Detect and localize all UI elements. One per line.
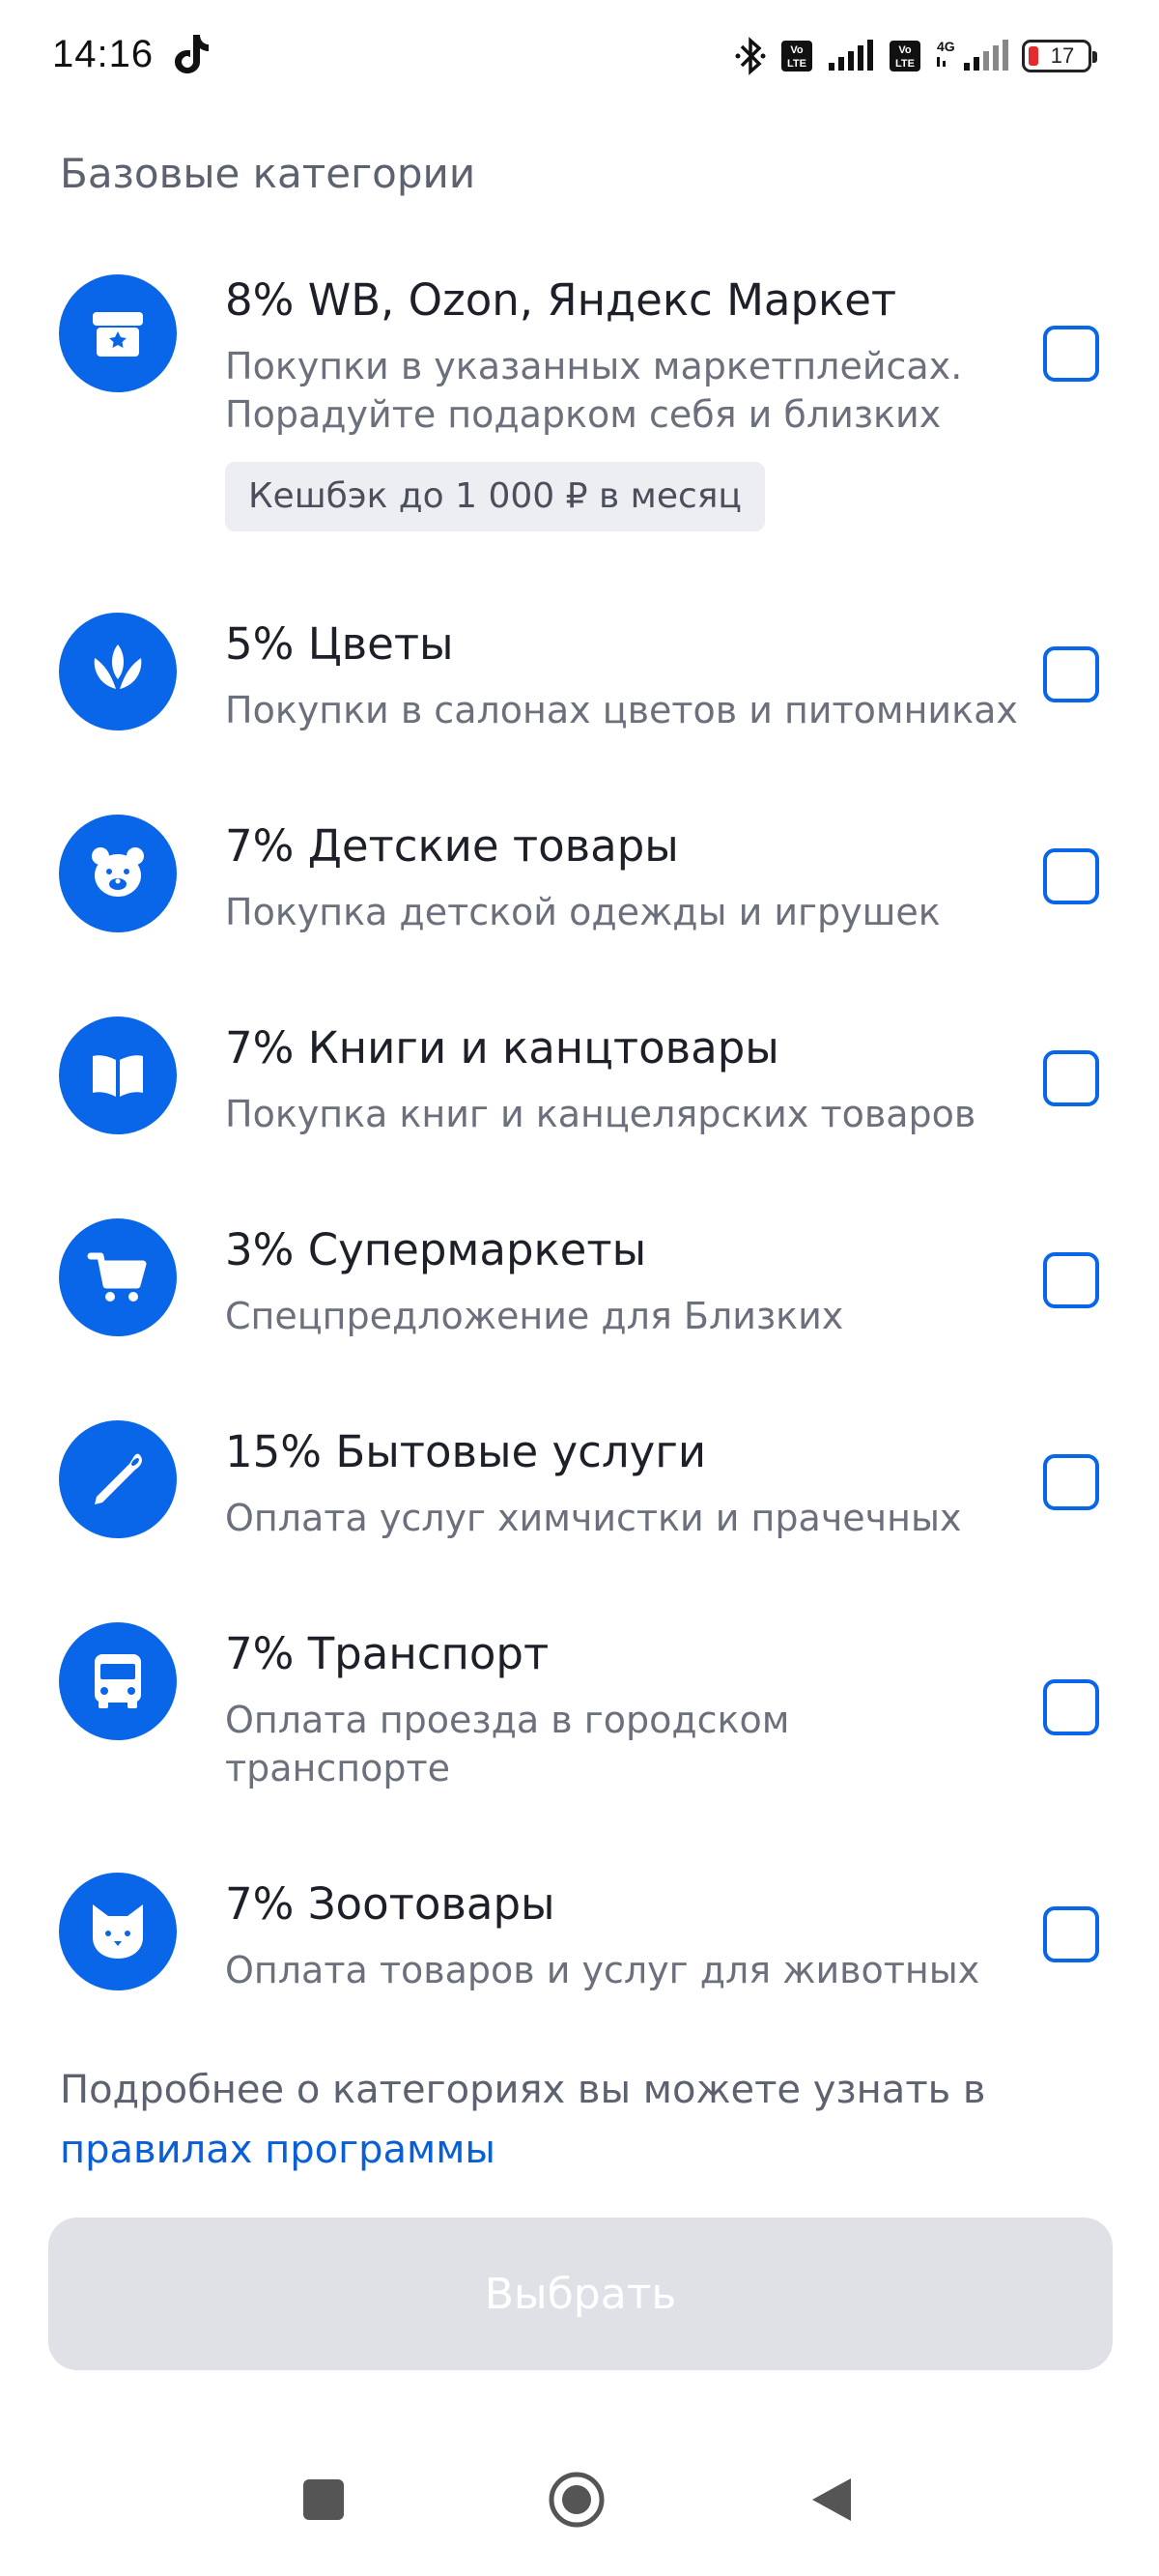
category-description-line: Оплата проезда в городском <box>225 1699 790 1741</box>
category-checkbox[interactable] <box>1043 326 1099 382</box>
category-description: Покупка книг и канцелярских товаров <box>225 1093 976 1135</box>
category-title: 8% WB, Ozon, Яндекс Маркет <box>225 274 897 326</box>
flower-icon <box>59 613 177 730</box>
svg-text:Vo: Vo <box>898 44 912 56</box>
category-checkbox[interactable] <box>1043 646 1099 702</box>
bluetooth-icon <box>735 37 766 75</box>
category-title: 7% Книги и канцтовары <box>225 1022 779 1073</box>
category-checkbox[interactable] <box>1043 848 1099 904</box>
category-title: 5% Цветы <box>225 618 454 670</box>
category-description-line: Порадуйте подарком себя и близких <box>225 393 942 436</box>
book-icon <box>59 1016 177 1134</box>
program-rules-note: Подробнее о категориях вы можете узнать … <box>60 2060 1103 2180</box>
svg-text:LTE: LTE <box>895 58 915 70</box>
category-description: Спецпредложение для Близких <box>225 1295 844 1337</box>
svg-text:4G: 4G <box>937 39 955 54</box>
category-checkbox[interactable] <box>1043 1252 1099 1308</box>
tiktok-icon <box>175 35 209 73</box>
shopping-cart-icon <box>59 1218 177 1336</box>
program-rules-text: Подробнее о категориях вы можете узнать … <box>60 2068 986 2112</box>
status-bar: 14:16 Vo LTE Vo LTE 4G 17 <box>0 0 1159 114</box>
battery-level: 17 <box>1050 43 1075 68</box>
home-button[interactable] <box>543 2466 610 2533</box>
recents-button[interactable] <box>290 2466 357 2533</box>
system-nav-bar <box>0 2445 1159 2576</box>
signal-icon <box>829 40 873 71</box>
category-description: Оплата проезда в городском транспорте <box>225 1696 1046 1792</box>
category-title: 7% Транспорт <box>225 1628 550 1679</box>
program-rules-link[interactable]: правилах программы <box>60 2128 495 2172</box>
category-checkbox[interactable] <box>1043 1906 1099 1962</box>
category-description: Покупка детской одежды и игрушек <box>225 891 941 933</box>
status-time: 14:16 <box>52 33 155 75</box>
marketplace-box-icon <box>59 274 177 392</box>
4g-signal-icon: 4G <box>937 39 1008 71</box>
cashback-limit-badge: Кешбэк до 1 000 ₽ в месяц <box>225 462 765 531</box>
category-description-line: Покупки в указанных маркетплейсах. <box>225 345 963 387</box>
category-title: 3% Супермаркеты <box>225 1224 647 1275</box>
status-icons: Vo LTE Vo LTE 4G 17 <box>734 35 1097 77</box>
section-title: Базовые категории <box>60 150 476 197</box>
cat-icon <box>59 1873 177 1990</box>
category-checkbox[interactable] <box>1043 1454 1099 1510</box>
recents-square-icon <box>303 2479 344 2520</box>
back-button[interactable] <box>798 2466 865 2533</box>
volte-icon: Vo LTE <box>781 41 812 72</box>
category-description: Покупки в указанных маркетплейсах. Порад… <box>225 342 1046 439</box>
teddy-bear-icon <box>59 815 177 932</box>
category-description: Оплата услуг химчистки и прачечных <box>225 1497 962 1539</box>
category-title: 7% Зоотовары <box>225 1878 555 1930</box>
category-checkbox[interactable] <box>1043 1050 1099 1106</box>
back-triangle-icon <box>812 2478 851 2521</box>
battery-icon: 17 <box>1022 40 1097 72</box>
category-description: Оплата товаров и услуг для животных <box>225 1949 980 1991</box>
needle-icon <box>59 1420 177 1538</box>
home-circle-icon <box>549 2472 605 2528</box>
svg-text:LTE: LTE <box>787 58 806 70</box>
category-title: 7% Детские товары <box>225 820 679 872</box>
category-description: Покупки в салонах цветов и питомниках <box>225 689 1018 731</box>
bus-icon <box>59 1622 177 1740</box>
select-button[interactable]: Выбрать <box>48 2218 1113 2370</box>
volte-icon-2: Vo LTE <box>890 41 920 72</box>
svg-text:Vo: Vo <box>790 44 804 56</box>
category-checkbox[interactable] <box>1043 1679 1099 1735</box>
category-title: 15% Бытовые услуги <box>225 1426 707 1477</box>
category-description-line: транспорте <box>225 1747 451 1789</box>
